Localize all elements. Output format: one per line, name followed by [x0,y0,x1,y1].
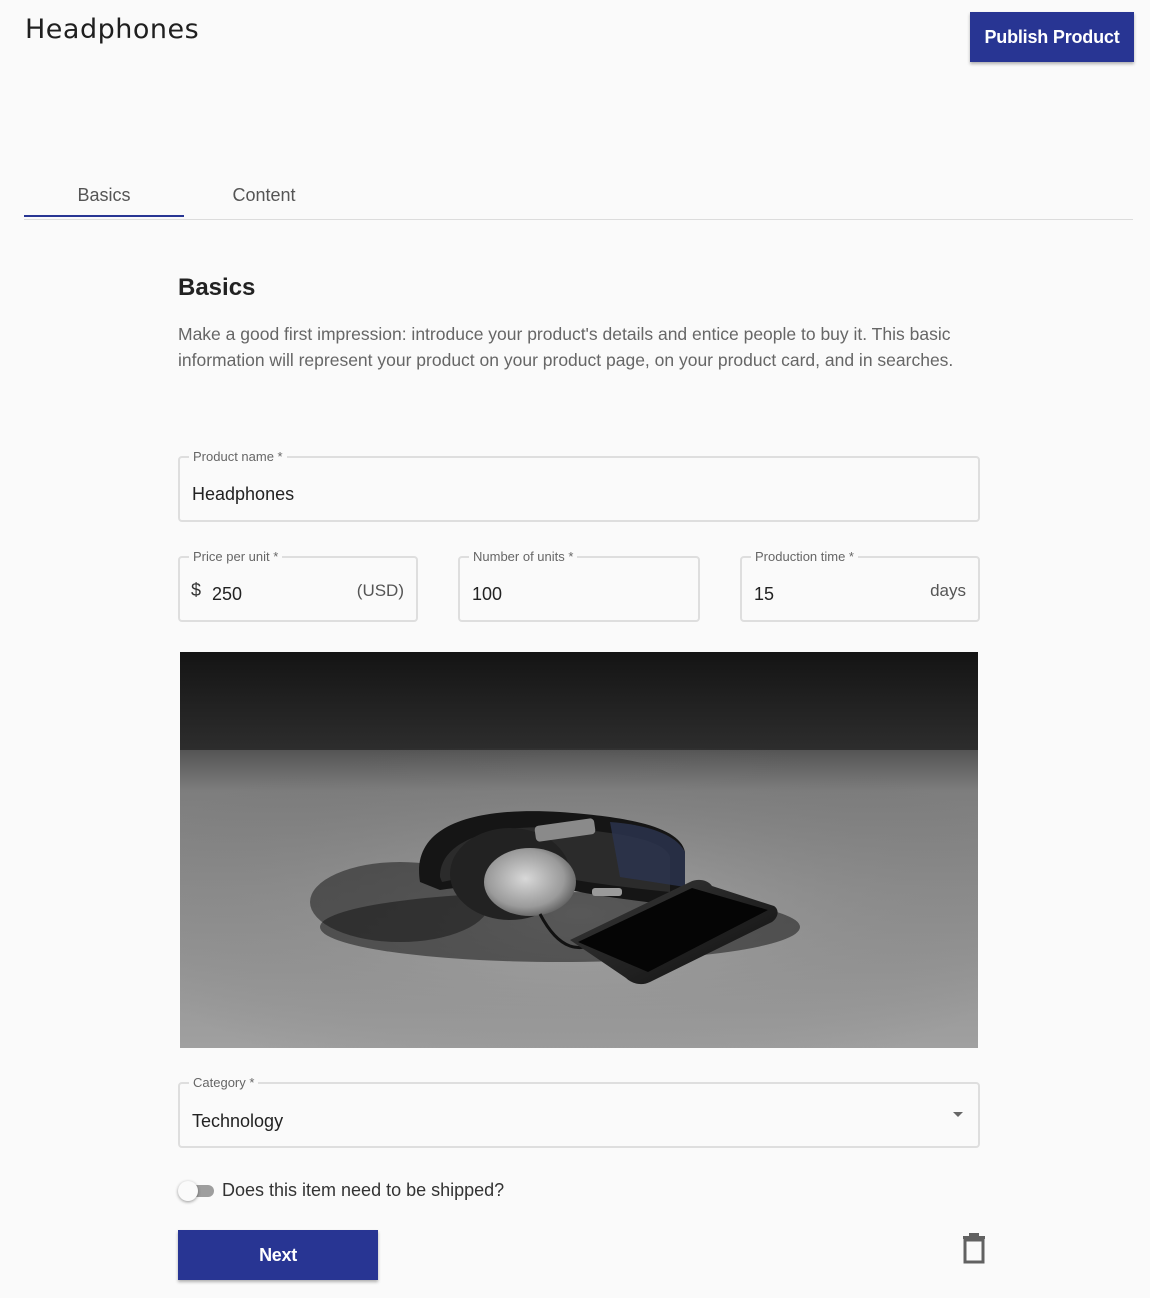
currency-suffix: (USD) [356,581,404,600]
category-select[interactable]: Category * Technology [178,1075,980,1148]
headphones-illustration [180,652,978,1048]
active-tab-indicator [24,215,184,217]
production-time-label: Production time * [751,549,858,565]
price-input[interactable] [212,584,332,605]
production-time-field: Production time * days [740,549,980,622]
product-image[interactable] [180,652,978,1048]
days-suffix: days [930,581,966,600]
product-editor-page: Headphones Publish Product Basics Conten… [0,0,1150,1298]
section-title: Basics [178,274,256,301]
tab-bar: Basics Content [24,170,1133,220]
currency-prefix: $ [191,580,202,600]
production-time-input[interactable] [754,584,874,605]
trash-icon-graphic [963,1233,985,1264]
units-field: Number of units * [458,549,700,622]
tab-content[interactable]: Content [184,170,344,218]
publish-product-button[interactable]: Publish Product [970,12,1134,62]
shipping-toggle[interactable] [178,1181,214,1201]
units-input[interactable] [472,584,672,605]
units-label: Number of units * [469,549,578,565]
product-name-label: Product name * [189,449,287,465]
next-button[interactable]: Next [178,1230,378,1280]
category-label: Category * [189,1075,259,1091]
chevron-down-icon [953,1112,963,1117]
toggle-thumb [178,1181,198,1201]
page-title: Headphones [25,14,200,45]
product-name-field: Product name * [178,449,980,522]
tab-basics[interactable]: Basics [24,170,184,218]
trash-icon[interactable] [960,1232,988,1264]
shipping-toggle-label: Does this item need to be shipped? [222,1180,505,1200]
product-name-input[interactable] [192,484,962,505]
section-description: Make a good first impression: introduce … [178,324,954,370]
category-value: Technology [192,1111,284,1131]
price-field: Price per unit * $ (USD) [178,549,418,622]
price-label: Price per unit * [189,549,283,565]
